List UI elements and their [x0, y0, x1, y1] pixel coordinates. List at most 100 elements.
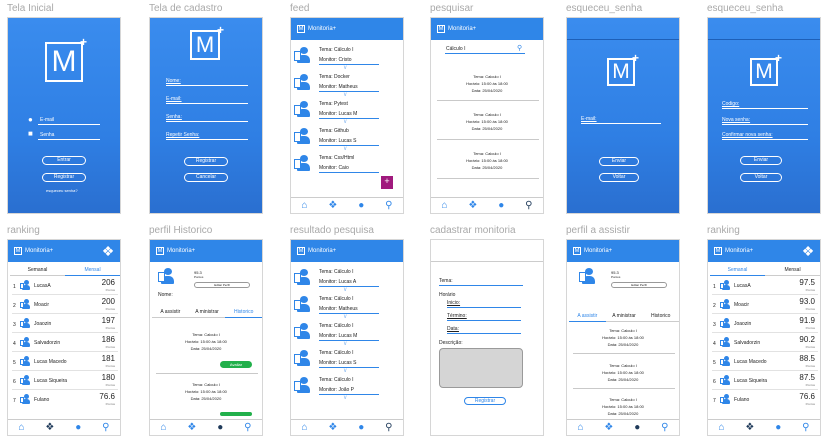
feed-item[interactable]: Tema: Cálculo I Monitor: Cristo ∨ [293, 45, 403, 71]
tab-a-assistir[interactable]: A assistir [152, 306, 189, 318]
search-icon[interactable]: ⚲ [102, 422, 109, 433]
cancelar-button[interactable]: Cancelar [184, 173, 228, 182]
tab-mensal[interactable]: Mensal [65, 264, 120, 276]
nova-senha-input[interactable] [722, 124, 808, 125]
senha-input[interactable] [38, 139, 100, 140]
ranking-row[interactable]: 3 Joaozin 91.9 Pontos [712, 315, 818, 333]
descricao-textarea[interactable] [439, 348, 523, 388]
medal-icon[interactable]: ❖ [604, 422, 613, 433]
medal-icon[interactable]: ❖ [187, 422, 196, 433]
medal-icon[interactable]: ❖ [745, 422, 754, 433]
chevron-down-icon[interactable]: ∨ [343, 146, 347, 152]
ranking-row[interactable]: 2 Moacir 93.0 Pontos [712, 296, 818, 314]
home-icon[interactable]: ⌂ [160, 422, 166, 433]
result-item[interactable]: Tema: Cálculo I Monitor: Lucas S ∨ [293, 348, 403, 374]
search-input[interactable]: Cálculo I [446, 46, 465, 52]
user-icon[interactable]: ● [358, 200, 364, 211]
feed-item[interactable]: Tema: Docker Monitor: Matheus ∨ [293, 72, 403, 98]
ranking-row[interactable]: 6 Lucas Siqueira 180 Pontos [12, 372, 118, 390]
email-input[interactable] [581, 123, 661, 124]
voltar-button[interactable]: Voltar [740, 173, 782, 182]
esqueceu-senha-link[interactable]: esqueceu senha? [46, 188, 78, 193]
chevron-down-icon[interactable]: ∨ [343, 287, 347, 293]
enviar-button[interactable]: Enviar [740, 156, 782, 165]
ranking-row[interactable]: 1 LucasA 206 Pontos [12, 277, 118, 295]
home-icon[interactable]: ⌂ [301, 422, 307, 433]
user-icon[interactable]: ● [634, 422, 640, 433]
data-input[interactable] [447, 333, 521, 334]
user-icon[interactable]: ● [217, 422, 223, 433]
ranking-row[interactable]: 6 Lucas Siqueira 87.5 Pontos [712, 372, 818, 390]
termino-input[interactable] [447, 320, 521, 321]
tab-mensal[interactable]: Mensal [765, 264, 820, 276]
feed-item[interactable]: Tema: Github Monitor: Lucas S ∨ [293, 126, 403, 152]
search-icon[interactable]: ⚲ [525, 200, 532, 211]
avaliar-button-2[interactable] [220, 412, 252, 416]
senha-input[interactable] [166, 121, 248, 122]
ranking-row[interactable]: 4 Salvadorzin 186 Pontos [12, 334, 118, 352]
chevron-down-icon[interactable]: ∨ [343, 65, 347, 71]
medal-icon[interactable]: ❖ [328, 422, 337, 433]
ranking-row[interactable]: 5 Lucas Macedo 181 Pontos [12, 353, 118, 371]
search-icon[interactable]: ⚲ [517, 44, 522, 52]
tab-semanal[interactable]: Semanal [10, 264, 65, 276]
home-icon[interactable]: ⌂ [301, 200, 307, 211]
result-item[interactable]: Tema: Cálculo I Monitor: Lucas M ∨ [293, 321, 403, 347]
edit-profile-button[interactable]: Editar Perfil [611, 282, 667, 288]
registrar-button[interactable]: Registrar [42, 173, 86, 182]
tab-historico[interactable]: Historico [642, 310, 679, 322]
user-icon[interactable]: ● [75, 422, 81, 433]
email-input[interactable] [38, 124, 100, 125]
user-icon[interactable]: ● [775, 422, 781, 433]
home-icon[interactable]: ⌂ [18, 422, 24, 433]
user-icon[interactable]: ● [498, 200, 504, 211]
search-icon[interactable]: ⚲ [385, 422, 392, 433]
ranking-row[interactable]: 7 Fulano 76.6 Pontos [712, 391, 818, 409]
search-icon[interactable]: ⚲ [661, 422, 668, 433]
registrar-button[interactable]: Registrar [184, 157, 228, 166]
codigo-input[interactable] [722, 108, 808, 109]
ranking-row[interactable]: 1 LucasA 97.5 Pontos [712, 277, 818, 295]
ranking-row[interactable]: 3 Joaozin 197 Pontos [12, 315, 118, 333]
tab-a-ministrar[interactable]: A ministrar [605, 310, 643, 322]
plus-icon[interactable]: + [381, 176, 393, 189]
chevron-down-icon[interactable]: ∨ [343, 341, 347, 347]
tema-input[interactable] [439, 285, 523, 286]
home-icon[interactable]: ⌂ [577, 422, 583, 433]
search-icon[interactable]: ⚲ [244, 422, 251, 433]
nome-input[interactable] [166, 85, 248, 86]
tab-a-ministrar[interactable]: A ministrar [188, 306, 226, 318]
registrar-button[interactable]: Registrar [464, 397, 506, 405]
voltar-button[interactable]: Voltar [599, 173, 639, 182]
medal-icon[interactable]: ❖ [328, 200, 337, 211]
ranking-row[interactable]: 5 Lucas Macedo 88.5 Pontos [712, 353, 818, 371]
email-input[interactable] [166, 103, 248, 104]
inicio-input[interactable] [447, 307, 521, 308]
result-item[interactable]: Tema: Cálculo I Monitor: Matheus ∨ [293, 294, 403, 320]
home-icon[interactable]: ⌂ [441, 200, 447, 211]
ranking-row[interactable]: 7 Fulano 76.6 Pontos [12, 391, 118, 409]
avaliar-button[interactable]: Avaliar [220, 361, 252, 368]
tab-a-assistir[interactable]: A assistir [569, 310, 606, 322]
medal-icon[interactable]: ❖ [45, 422, 54, 433]
tab-historico[interactable]: Historico [225, 306, 262, 318]
chevron-down-icon[interactable]: ∨ [343, 395, 347, 401]
edit-profile-button[interactable]: Editar Perfil [194, 282, 250, 288]
enviar-button[interactable]: Enviar [599, 157, 639, 166]
home-icon[interactable]: ⌂ [718, 422, 724, 433]
chevron-down-icon[interactable]: ∨ [343, 314, 347, 320]
chevron-down-icon[interactable]: ∨ [343, 368, 347, 374]
entrar-button[interactable]: Entrar [42, 156, 86, 165]
confirmar-senha-input[interactable] [722, 139, 808, 140]
ranking-row[interactable]: 2 Moacir 200 Pontos [12, 296, 118, 314]
repetir-senha-input[interactable] [166, 139, 248, 140]
feed-item[interactable]: Tema: Pytest Monitor: Lucas M ∨ [293, 99, 403, 125]
medal-icon[interactable]: ❖ [468, 200, 477, 211]
result-item[interactable]: Tema: Cálculo I Monitor: Lucas A ∨ [293, 267, 403, 293]
result-item[interactable]: Tema: Cálculo I Monitor: João P ∨ [293, 375, 403, 401]
ranking-row[interactable]: 4 Salvadorzin 90.2 Pontos [712, 334, 818, 352]
user-icon[interactable]: ● [358, 422, 364, 433]
search-icon[interactable]: ⚲ [385, 200, 392, 211]
search-icon[interactable]: ⚲ [802, 422, 809, 433]
chevron-down-icon[interactable]: ∨ [343, 92, 347, 98]
